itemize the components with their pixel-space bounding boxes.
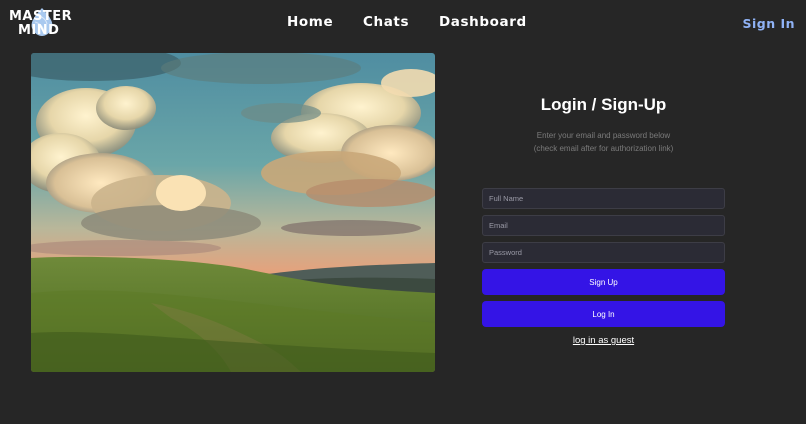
form-title: Login / Sign-Up <box>540 95 667 114</box>
logo-text-line2: MIND <box>18 23 60 38</box>
brand-logo[interactable]: MASTER MIND <box>8 7 72 39</box>
landscape-sunset-image <box>31 53 435 372</box>
login-page: MASTER MIND Home Chats Dashboard Sign In <box>0 0 806 424</box>
nav-dashboard[interactable]: Dashboard <box>439 14 527 30</box>
sign-up-button[interactable]: Sign Up <box>482 269 725 295</box>
form-subtitle-line1: Enter your email and password below <box>536 131 671 140</box>
full-name-input[interactable] <box>482 188 725 209</box>
guest-login-link[interactable]: log in as guest <box>482 335 725 346</box>
nav-home[interactable]: Home <box>287 14 333 30</box>
top-header: MASTER MIND Home Chats Dashboard Sign In <box>0 0 806 46</box>
sign-in-link[interactable]: Sign In <box>742 16 795 31</box>
log-in-button[interactable]: Log In <box>482 301 725 327</box>
hero-image <box>31 53 435 372</box>
form-subtitle-line2: (check email after for authorization lin… <box>533 144 674 153</box>
logo-text-line1: MASTER <box>9 9 73 24</box>
form-subtitle: Enter your email and password below (che… <box>470 129 737 155</box>
email-input[interactable] <box>482 215 725 236</box>
nav-chats[interactable]: Chats <box>363 14 409 30</box>
password-input[interactable] <box>482 242 725 263</box>
